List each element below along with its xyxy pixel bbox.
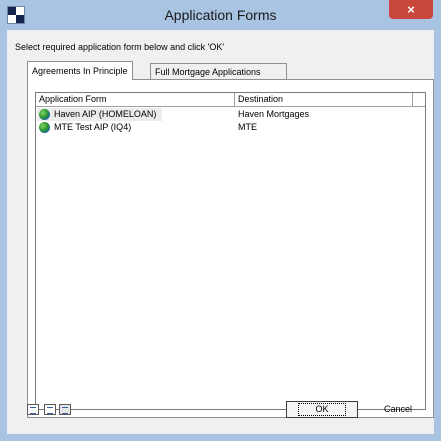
list-item[interactable]: Haven AIP (HOMELOAN) Haven Mortgages (36, 108, 425, 121)
column-header-destination[interactable]: Destination (235, 93, 413, 107)
application-form-list[interactable]: Application Form Destination Haven AIP (… (35, 92, 426, 410)
application-forms-window: Application Forms × Select required appl… (0, 0, 441, 441)
list-item[interactable]: MTE Test AIP (IQ4) MTE (36, 121, 425, 134)
application-form-cell[interactable]: Haven AIP (HOMELOAN) (37, 108, 163, 121)
tab-full-mortgage-applications[interactable]: Full Mortgage Applications (150, 63, 287, 80)
close-button[interactable]: × (389, 0, 433, 19)
application-form-name: Haven AIP (HOMELOAN) (54, 109, 157, 119)
large-icons-view-icon[interactable] (27, 404, 39, 415)
destination-cell: Haven Mortgages (238, 109, 310, 119)
tab-agreements-in-principle[interactable]: Agreements In Principle (27, 61, 133, 80)
tab-panel: Application Form Destination Haven AIP (… (27, 79, 434, 418)
ok-button[interactable]: OK (286, 401, 358, 418)
window-frame-left (0, 30, 7, 441)
globe-icon (39, 109, 50, 120)
column-header-filler (413, 93, 425, 107)
window-title: Application Forms (164, 7, 277, 23)
list-view-icon[interactable] (44, 404, 56, 415)
globe-icon (39, 122, 50, 133)
details-view-icon[interactable] (59, 404, 71, 415)
cancel-button[interactable]: Cancel (362, 401, 434, 418)
window-frame-bottom (0, 434, 441, 441)
application-form-name: MTE Test AIP (IQ4) (54, 122, 132, 132)
column-header-application-form[interactable]: Application Form (36, 93, 235, 107)
title-bar[interactable]: Application Forms × (0, 0, 441, 30)
instruction-text: Select required application form below a… (15, 42, 225, 52)
application-form-cell[interactable]: MTE Test AIP (IQ4) (37, 121, 131, 134)
destination-cell: MTE (238, 122, 257, 132)
dialog-client-area: Select required application form below a… (7, 30, 434, 434)
ok-button-label: OK (298, 403, 346, 416)
window-frame-right (434, 30, 441, 441)
